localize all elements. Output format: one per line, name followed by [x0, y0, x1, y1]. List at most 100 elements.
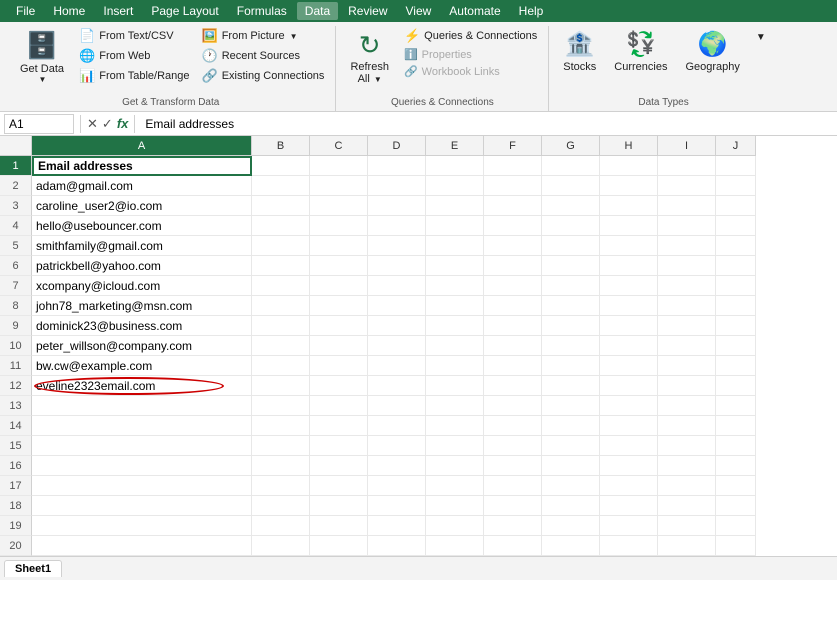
cell-h12[interactable] — [600, 376, 658, 396]
cell-e5[interactable] — [426, 236, 484, 256]
cell-c8[interactable] — [310, 296, 368, 316]
cell-i19[interactable] — [658, 516, 716, 536]
cell-e10[interactable] — [426, 336, 484, 356]
cell-g19[interactable] — [542, 516, 600, 536]
menu-item-review[interactable]: Review — [340, 2, 395, 20]
cell-i11[interactable] — [658, 356, 716, 376]
cell-i9[interactable] — [658, 316, 716, 336]
cell-g14[interactable] — [542, 416, 600, 436]
cell-c5[interactable] — [310, 236, 368, 256]
data-types-expand-button[interactable]: ▼ — [752, 30, 770, 45]
cell-j11[interactable] — [716, 356, 756, 376]
cell-c12[interactable] — [310, 376, 368, 396]
cell-a4[interactable]: hello@usebouncer.com — [32, 216, 252, 236]
cell-b9[interactable] — [252, 316, 310, 336]
cell-a15[interactable] — [32, 436, 252, 456]
cell-i6[interactable] — [658, 256, 716, 276]
cell-a20[interactable] — [32, 536, 252, 556]
cell-a10[interactable]: peter_willson@company.com — [32, 336, 252, 356]
sheet-tab-sheet1[interactable]: Sheet1 — [4, 560, 62, 577]
cell-d16[interactable] — [368, 456, 426, 476]
col-header-f[interactable]: F — [484, 136, 542, 156]
cell-g2[interactable] — [542, 176, 600, 196]
cell-d6[interactable] — [368, 256, 426, 276]
cell-g10[interactable] — [542, 336, 600, 356]
cell-a5[interactable]: smithfamily@gmail.com — [32, 236, 252, 256]
cell-d18[interactable] — [368, 496, 426, 516]
refresh-all-button[interactable]: ↻ Refresh All ▼ — [342, 26, 397, 89]
cell-c15[interactable] — [310, 436, 368, 456]
from-table-range-button[interactable]: 📊 From Table/Range — [74, 66, 194, 86]
cell-f18[interactable] — [484, 496, 542, 516]
cell-g11[interactable] — [542, 356, 600, 376]
cell-j5[interactable] — [716, 236, 756, 256]
cell-c17[interactable] — [310, 476, 368, 496]
cell-b2[interactable] — [252, 176, 310, 196]
cell-f10[interactable] — [484, 336, 542, 356]
cell-e3[interactable] — [426, 196, 484, 216]
col-header-i[interactable]: I — [658, 136, 716, 156]
cell-a14[interactable] — [32, 416, 252, 436]
cell-h13[interactable] — [600, 396, 658, 416]
cell-a18[interactable] — [32, 496, 252, 516]
cell-d2[interactable] — [368, 176, 426, 196]
cell-b16[interactable] — [252, 456, 310, 476]
cell-a13[interactable] — [32, 396, 252, 416]
cell-h10[interactable] — [600, 336, 658, 356]
cell-a17[interactable] — [32, 476, 252, 496]
cell-f20[interactable] — [484, 536, 542, 556]
cell-f6[interactable] — [484, 256, 542, 276]
cell-a11[interactable]: bw.cw@example.com — [32, 356, 252, 376]
cell-h15[interactable] — [600, 436, 658, 456]
cell-j10[interactable] — [716, 336, 756, 356]
menu-item-insert[interactable]: Insert — [95, 2, 141, 20]
cell-b12[interactable] — [252, 376, 310, 396]
col-header-a[interactable]: A — [32, 136, 252, 156]
cell-i15[interactable] — [658, 436, 716, 456]
cell-b13[interactable] — [252, 396, 310, 416]
cell-b6[interactable] — [252, 256, 310, 276]
cell-j7[interactable] — [716, 276, 756, 296]
cell-c6[interactable] — [310, 256, 368, 276]
name-box[interactable] — [4, 114, 74, 134]
cell-j9[interactable] — [716, 316, 756, 336]
cell-a16[interactable] — [32, 456, 252, 476]
cell-c9[interactable] — [310, 316, 368, 336]
cell-j1[interactable] — [716, 156, 756, 176]
cell-a1[interactable]: Email addresses — [32, 156, 252, 176]
cell-h6[interactable] — [600, 256, 658, 276]
menu-item-help[interactable]: Help — [511, 2, 552, 20]
existing-connections-button[interactable]: 🔗 Existing Connections — [197, 66, 330, 86]
cell-h4[interactable] — [600, 216, 658, 236]
cell-g15[interactable] — [542, 436, 600, 456]
cell-c11[interactable] — [310, 356, 368, 376]
cell-c20[interactable] — [310, 536, 368, 556]
menu-item-data[interactable]: Data — [297, 2, 338, 20]
cell-i4[interactable] — [658, 216, 716, 236]
cell-h20[interactable] — [600, 536, 658, 556]
cell-j17[interactable] — [716, 476, 756, 496]
cell-c10[interactable] — [310, 336, 368, 356]
cell-b1[interactable] — [252, 156, 310, 176]
cell-h8[interactable] — [600, 296, 658, 316]
stocks-button[interactable]: 🏦 Stocks — [555, 26, 604, 77]
cell-a9[interactable]: dominick23@business.com — [32, 316, 252, 336]
cell-j12[interactable] — [716, 376, 756, 396]
cell-j18[interactable] — [716, 496, 756, 516]
cell-f2[interactable] — [484, 176, 542, 196]
cell-h18[interactable] — [600, 496, 658, 516]
cell-g12[interactable] — [542, 376, 600, 396]
menu-item-page layout[interactable]: Page Layout — [143, 2, 226, 20]
cell-i3[interactable] — [658, 196, 716, 216]
cell-j20[interactable] — [716, 536, 756, 556]
cell-h1[interactable] — [600, 156, 658, 176]
cell-e12[interactable] — [426, 376, 484, 396]
cell-a8[interactable]: john78_marketing@msn.com — [32, 296, 252, 316]
menu-item-home[interactable]: Home — [45, 2, 93, 20]
cell-b5[interactable] — [252, 236, 310, 256]
cell-c13[interactable] — [310, 396, 368, 416]
cell-d19[interactable] — [368, 516, 426, 536]
cell-g20[interactable] — [542, 536, 600, 556]
cell-e18[interactable] — [426, 496, 484, 516]
cell-i20[interactable] — [658, 536, 716, 556]
